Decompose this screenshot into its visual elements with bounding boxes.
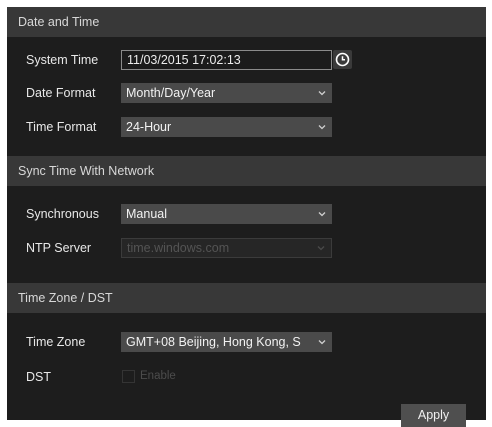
dst-enable-label: Enable	[140, 370, 176, 382]
chevron-down-icon	[318, 125, 326, 130]
time-zone-select[interactable]: GMT+08 Beijing, Hong Kong, S	[121, 332, 332, 352]
dst-label: DST	[26, 370, 51, 384]
date-format-select[interactable]: Month/Day/Year	[121, 83, 332, 103]
date-format-value: Month/Day/Year	[126, 86, 216, 100]
section-header-timezone: Time Zone / DST	[7, 283, 486, 313]
chevron-down-icon	[317, 246, 325, 251]
chevron-down-icon	[318, 212, 326, 217]
synchronous-label: Synchronous	[26, 207, 99, 221]
time-format-label: Time Format	[26, 120, 97, 134]
section-header-sync: Sync Time With Network	[7, 156, 486, 186]
clock-button[interactable]	[333, 50, 352, 69]
clock-icon	[335, 52, 350, 67]
apply-button[interactable]: Apply	[401, 404, 466, 427]
system-time-input[interactable]: 11/03/2015 17:02:13	[121, 50, 332, 70]
ntp-server-label: NTP Server	[26, 241, 92, 255]
synchronous-value: Manual	[126, 207, 167, 221]
section-header-date-time: Date and Time	[7, 7, 486, 37]
system-time-label: System Time	[26, 53, 99, 67]
time-format-value: 24-Hour	[126, 120, 172, 134]
date-format-label: Date Format	[26, 86, 96, 100]
time-zone-value: GMT+08 Beijing, Hong Kong, S	[126, 335, 301, 349]
synchronous-select[interactable]: Manual	[121, 204, 332, 224]
time-zone-label: Time Zone	[26, 335, 86, 349]
chevron-down-icon	[318, 91, 326, 96]
date-time-settings-panel: Date and Time System Time 11/03/2015 17:…	[7, 7, 486, 427]
chevron-down-icon	[316, 332, 328, 352]
dst-enable-checkbox	[122, 370, 135, 383]
time-format-select[interactable]: 24-Hour	[121, 117, 332, 137]
ntp-server-select: time.windows.com	[121, 238, 332, 258]
ntp-server-value: time.windows.com	[127, 241, 230, 255]
